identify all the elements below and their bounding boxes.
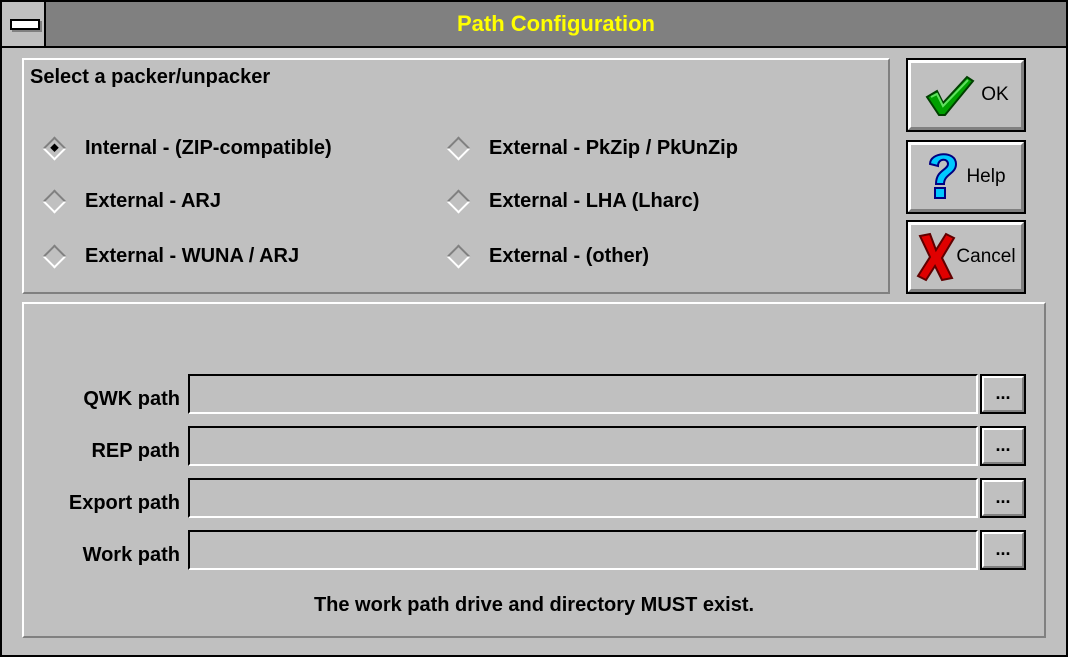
checkmark-icon — [925, 75, 975, 116]
radio-label: External - WUNA / ARJ — [85, 245, 300, 267]
radio-label: Internal - (ZIP-compatible) — [85, 137, 332, 159]
radio-unchecked-icon — [42, 189, 67, 214]
rep-browse-button[interactable]: ... — [980, 426, 1026, 466]
export-path-input[interactable] — [188, 478, 978, 518]
red-x-icon — [916, 232, 956, 282]
radio-label: External - PkZip / PkUnZip — [489, 137, 738, 159]
system-menu-icon — [10, 19, 40, 30]
paths-group — [22, 302, 1046, 638]
window-title: Path Configuration — [457, 11, 655, 36]
radio-external-other[interactable]: External - (other) — [446, 244, 650, 269]
rep-path-label: REP path — [91, 440, 180, 462]
title-bar: Path Configuration — [2, 2, 1066, 48]
work-browse-button[interactable]: ... — [980, 530, 1026, 570]
radio-unchecked-icon — [446, 136, 471, 161]
qwk-path-input[interactable] — [188, 374, 978, 414]
cancel-button[interactable]: Cancel — [906, 220, 1026, 294]
work-path-note: The work path drive and directory MUST e… — [313, 594, 755, 616]
radio-label: External - (other) — [489, 245, 650, 267]
path-configuration-dialog: Path Configuration Select a packer/unpac… — [0, 0, 1068, 657]
radio-unchecked-icon — [42, 244, 67, 269]
radio-checked-icon — [42, 136, 67, 161]
work-path-input[interactable] — [188, 530, 978, 570]
help-button[interactable]: Help — [906, 140, 1026, 214]
radio-external-arj[interactable]: External - ARJ — [42, 189, 221, 214]
ok-label: OK — [981, 84, 1009, 105]
qwk-path-label: QWK path — [83, 388, 180, 410]
qwk-browse-button[interactable]: ... — [980, 374, 1026, 414]
radio-label: External - LHA (Lharc) — [489, 190, 700, 212]
rep-path-input[interactable] — [188, 426, 978, 466]
work-path-label: Work path — [82, 544, 180, 566]
packer-group-label: Select a packer/unpacker — [30, 66, 271, 88]
radio-external-wuna-arj[interactable]: External - WUNA / ARJ — [42, 244, 300, 269]
radio-internal-zip[interactable]: Internal - (ZIP-compatible) — [42, 136, 332, 161]
export-browse-button[interactable]: ... — [980, 478, 1026, 518]
cancel-label: Cancel — [956, 246, 1016, 267]
radio-external-pkzip[interactable]: External - PkZip / PkUnZip — [446, 136, 738, 161]
radio-external-lha[interactable]: External - LHA (Lharc) — [446, 189, 700, 214]
radio-unchecked-icon — [446, 189, 471, 214]
radio-label: External - ARJ — [85, 190, 221, 212]
ok-button[interactable]: OK — [906, 58, 1026, 132]
system-menu-button[interactable] — [2, 2, 46, 46]
question-mark-icon — [929, 153, 958, 199]
help-label: Help — [966, 166, 1006, 187]
radio-unchecked-icon — [446, 244, 471, 269]
export-path-label: Export path — [68, 492, 180, 514]
